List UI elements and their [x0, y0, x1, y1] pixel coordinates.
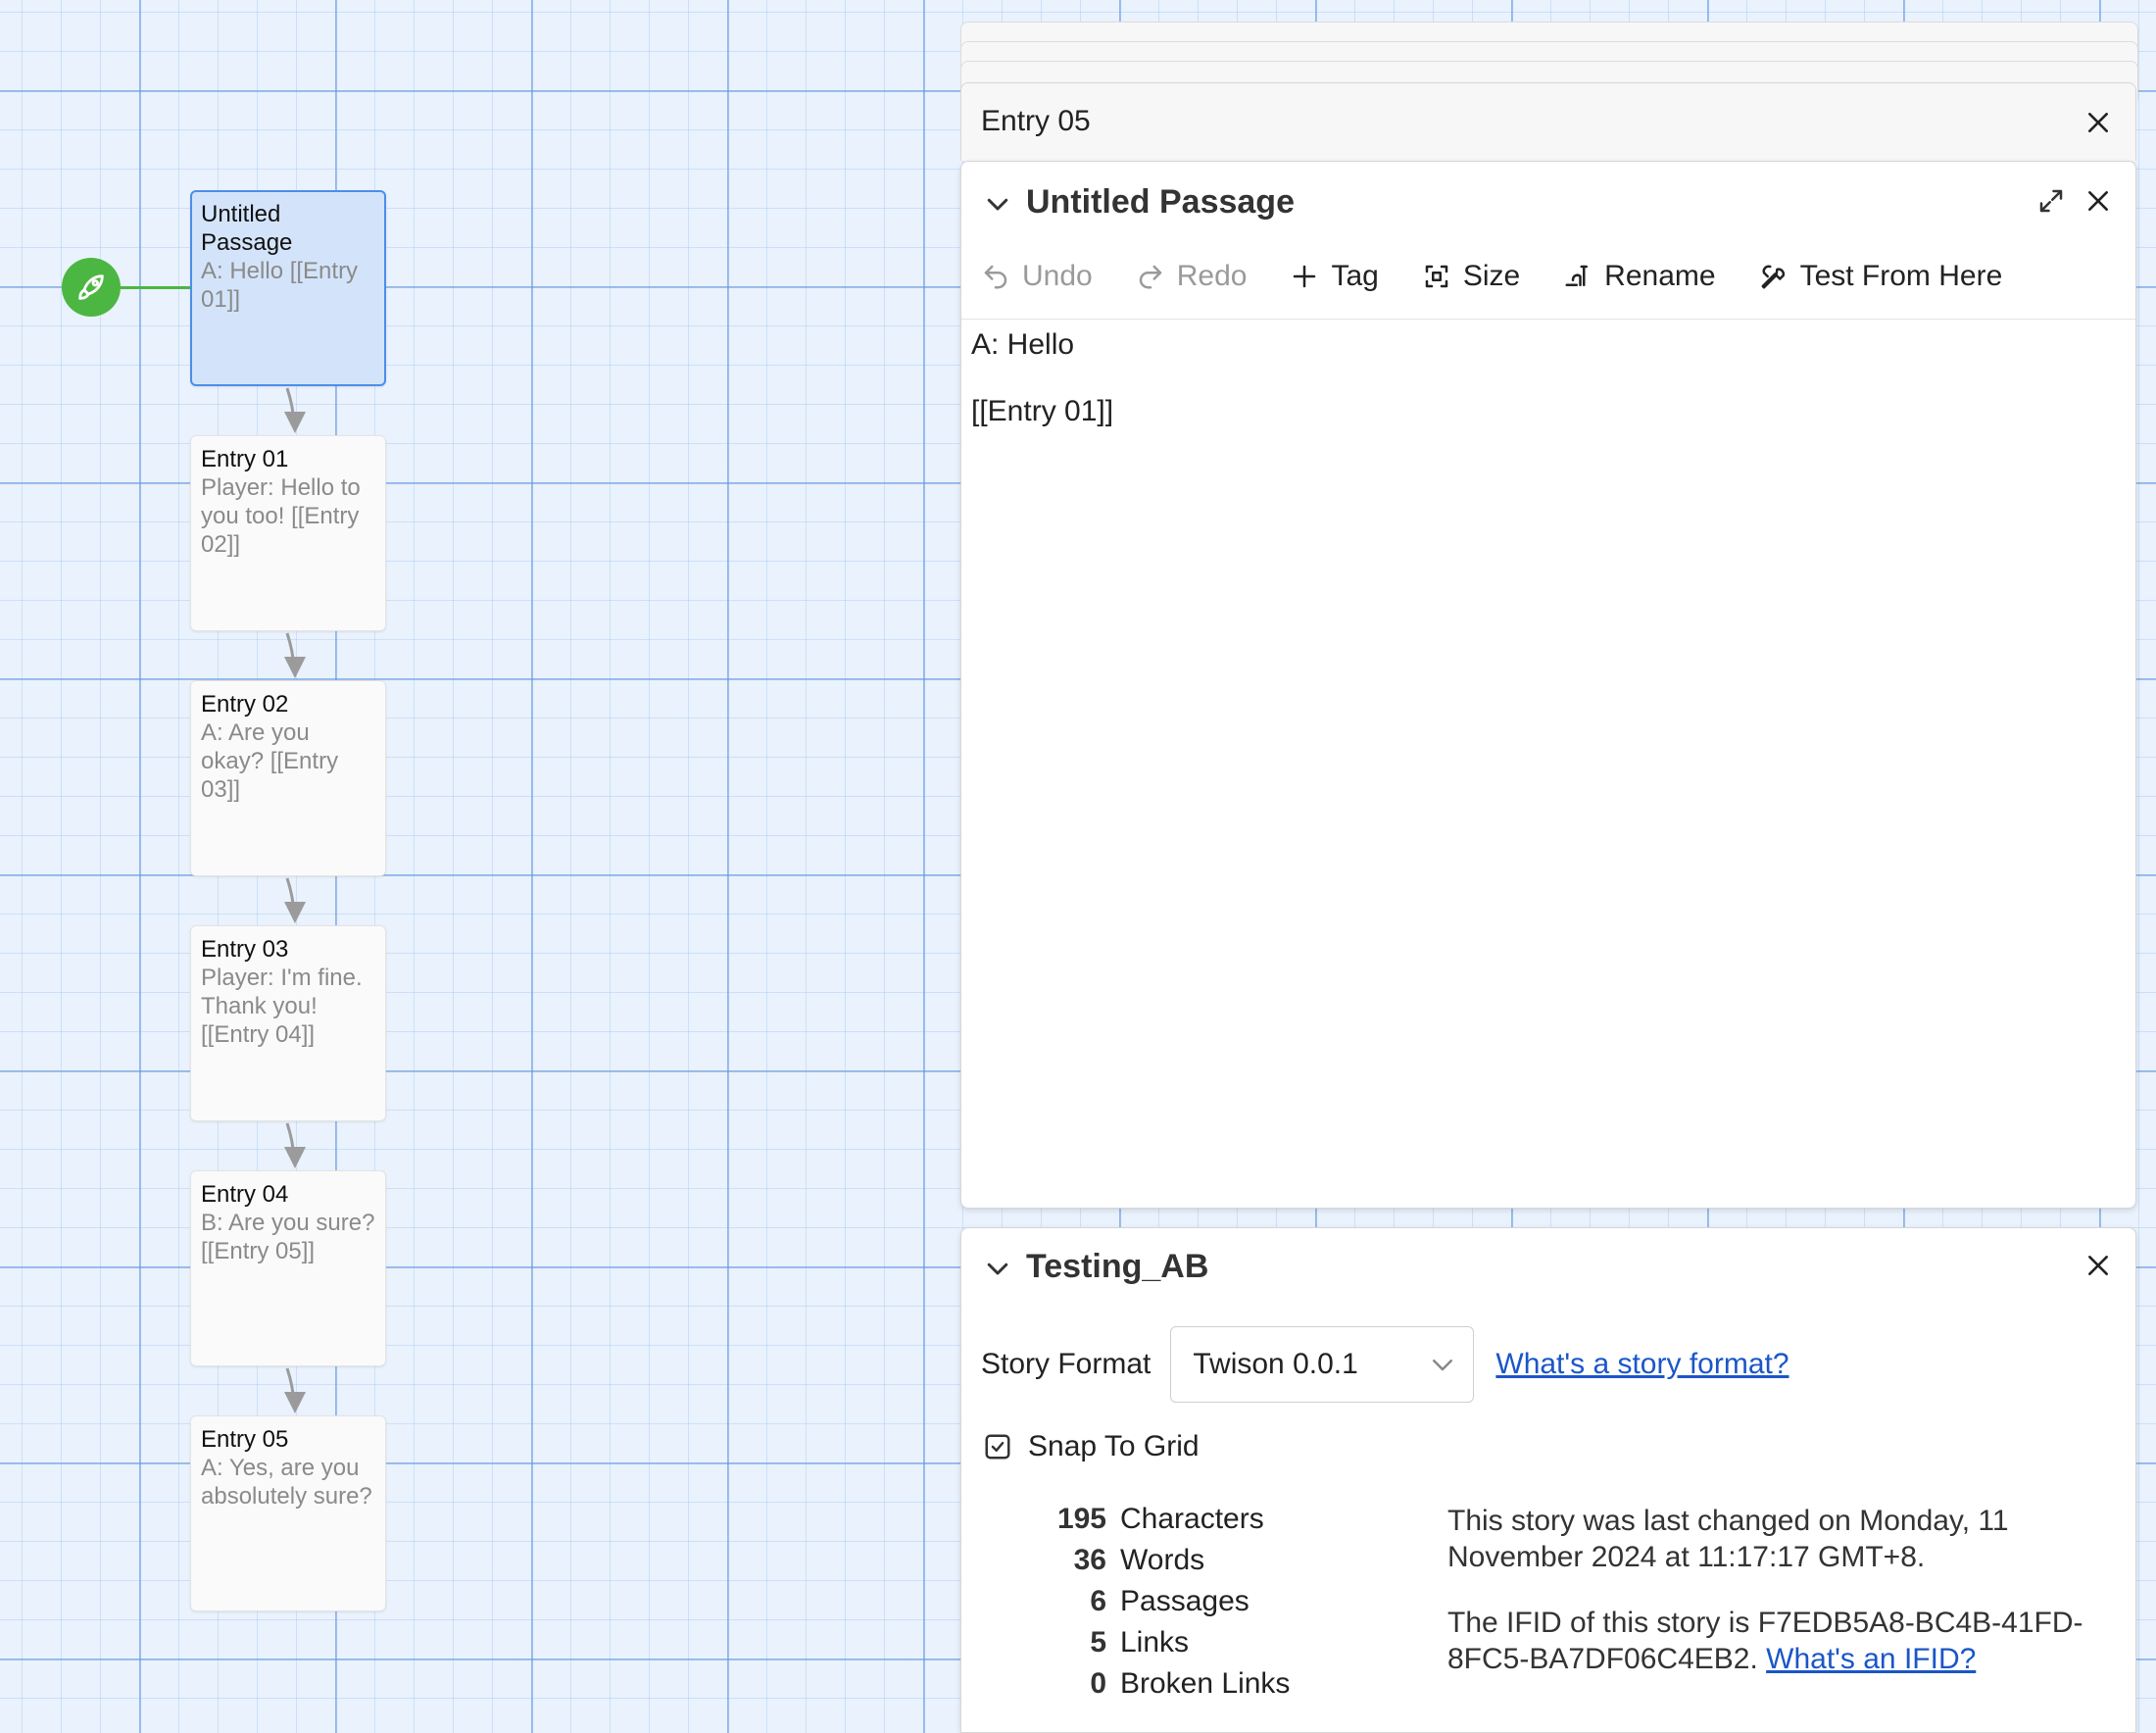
passage-excerpt: A: Are you okay? [[Entry 03]] — [201, 719, 339, 803]
stat-count: 36 — [1073, 1544, 1106, 1576]
passage-links — [284, 387, 306, 1413]
close-icon — [2088, 1256, 2108, 1275]
stat-broken-links: 0 Broken Links — [1020, 1667, 1290, 1708]
stat-label: Characters — [1120, 1503, 1264, 1535]
arrowhead — [284, 657, 306, 678]
passage-excerpt: A: Hello [[Entry 01]] — [201, 258, 359, 313]
stat-count: 195 — [1056, 1503, 1106, 1535]
wrench-icon — [1761, 265, 1785, 289]
undo-label: Undo — [1022, 260, 1093, 292]
snap-to-grid-label: Snap To Grid — [1028, 1430, 1200, 1462]
arrowhead — [284, 902, 306, 923]
rename-button[interactable]: Rename — [1563, 260, 1735, 293]
rocket-icon — [78, 274, 104, 300]
arrowhead — [284, 1147, 306, 1168]
close-dialog-button[interactable] — [2081, 1248, 2116, 1283]
story-format-value: Twison 0.0.1 — [1193, 1348, 1358, 1380]
stat-label: Words — [1120, 1544, 1205, 1576]
size-label: Size — [1462, 260, 1521, 292]
dialog-title: Untitled Passage — [1026, 183, 1295, 221]
expand-icon — [2039, 189, 2063, 213]
arrowhead — [284, 412, 306, 433]
close-icon — [2088, 113, 2108, 132]
stat-words: 36 Words — [1020, 1544, 1290, 1585]
story-format-row: Story Format Twison 0.0.1 What's a story… — [981, 1326, 1789, 1403]
rename-label: Rename — [1604, 260, 1716, 292]
passage-name: Untitled Passage — [201, 201, 293, 256]
close-dialog-button[interactable] — [2081, 105, 2116, 140]
dialog-title: Testing_AB — [1026, 1248, 1209, 1285]
test-from-here-label: Test From Here — [1799, 260, 2003, 292]
passage-card[interactable]: Entry 02 A: Are you okay? [[Entry 03]] — [190, 680, 386, 876]
passage-text-line: A: Hello — [971, 328, 1075, 361]
stat-label: Broken Links — [1120, 1667, 1291, 1700]
collapsed-dialog-title[interactable]: Entry 05 — [981, 105, 1091, 138]
passage-card[interactable]: Entry 03 Player: I'm fine. Thank you! [[… — [190, 925, 386, 1121]
passage-text-line: [[Entry 01]] — [971, 395, 1114, 427]
collapse-chevron-icon[interactable] — [983, 189, 1012, 219]
passage-name: Entry 04 — [201, 1181, 289, 1208]
redo-label: Redo — [1176, 260, 1248, 292]
story-details-dialog: Testing_AB Story Format Twison 0.0.1 Wha… — [960, 1227, 2136, 1733]
maximize-button[interactable] — [2034, 183, 2069, 219]
stat-label: Passages — [1120, 1585, 1250, 1617]
passage-excerpt: B: Are you sure? [[Entry 05]] — [201, 1210, 375, 1264]
story-format-label: Story Format — [981, 1348, 1152, 1380]
collapsed-dialog[interactable]: Entry 05 — [960, 82, 2136, 161]
passage-excerpt: Player: Hello to you too! [[Entry 02]] — [201, 474, 361, 558]
stat-passages: 6 Passages — [1020, 1585, 1290, 1626]
arrowhead — [284, 1392, 306, 1413]
last-changed-text: This story was last changed on Monday, 1… — [1447, 1505, 2009, 1573]
passage-name: Entry 05 — [201, 1426, 289, 1453]
passage-name: Entry 03 — [201, 936, 289, 963]
start-connector — [121, 286, 191, 289]
chevron-down-icon — [1433, 1360, 1453, 1371]
undo-icon — [984, 265, 1007, 289]
passage-card[interactable]: Entry 05 A: Yes, are you absolutely sure… — [190, 1415, 386, 1611]
checkbox-checked-icon[interactable] — [983, 1432, 1012, 1461]
redo-icon — [1139, 265, 1161, 289]
passage-excerpt: Player: I'm fine. Thank you! [[Entry 04]… — [201, 965, 363, 1048]
size-icon — [1425, 265, 1448, 288]
tag-label: Tag — [1331, 260, 1379, 292]
stat-count: 0 — [1090, 1667, 1106, 1700]
collapse-chevron-icon[interactable] — [983, 1254, 1012, 1283]
passage-excerpt: A: Yes, are you absolutely sure? — [201, 1455, 372, 1510]
test-from-here-button[interactable]: Test From Here — [1759, 260, 2023, 293]
ifid-info: The IFID of this story is F7EDB5A8-BC4B-… — [1447, 1605, 2114, 1677]
passage-card[interactable]: Entry 04 B: Are you sure? [[Entry 05]] — [190, 1170, 386, 1366]
passage-card[interactable]: Untitled Passage A: Hello [[Entry 01]] — [190, 190, 386, 386]
redo-button[interactable]: Redo — [1136, 260, 1267, 293]
toolbar-divider — [961, 319, 2135, 320]
stat-label: Links — [1120, 1626, 1190, 1659]
close-icon — [2088, 191, 2108, 211]
passage-edit-dialog: Untitled Passage Undo Redo Tag Size Rena… — [960, 161, 2136, 1209]
stat-links: 5 Links — [1020, 1626, 1290, 1667]
passage-text-editor[interactable]: A: Hello [[Entry 01]] — [971, 328, 2116, 462]
snap-to-grid-row[interactable]: Snap To Grid — [983, 1430, 1200, 1463]
plus-icon — [1294, 265, 1316, 288]
undo-button[interactable]: Undo — [981, 260, 1112, 293]
passage-name: Entry 01 — [201, 446, 289, 472]
passage-card[interactable]: Entry 01 Player: Hello to you too! [[Ent… — [190, 435, 386, 631]
close-dialog-button[interactable] — [2081, 183, 2116, 219]
stat-count: 6 — [1090, 1585, 1106, 1617]
passage-toolbar: Undo Redo Tag Size Rename Test From Here — [981, 260, 2045, 293]
rename-icon — [1565, 265, 1589, 286]
story-stats: 195 Characters 36 Words 6 Passages 5 Lin… — [1020, 1503, 1291, 1708]
size-button[interactable]: Size — [1422, 260, 1540, 293]
stat-characters: 195 Characters — [1020, 1503, 1290, 1544]
story-format-select[interactable]: Twison 0.0.1 — [1170, 1326, 1475, 1403]
add-tag-button[interactable]: Tag — [1290, 260, 1397, 293]
start-passage-marker — [62, 258, 121, 317]
stat-count: 5 — [1090, 1626, 1106, 1659]
passage-name: Entry 02 — [201, 691, 289, 718]
story-format-help-link[interactable]: What's a story format? — [1495, 1348, 1788, 1381]
ifid-help-link[interactable]: What's an IFID? — [1766, 1643, 1976, 1675]
